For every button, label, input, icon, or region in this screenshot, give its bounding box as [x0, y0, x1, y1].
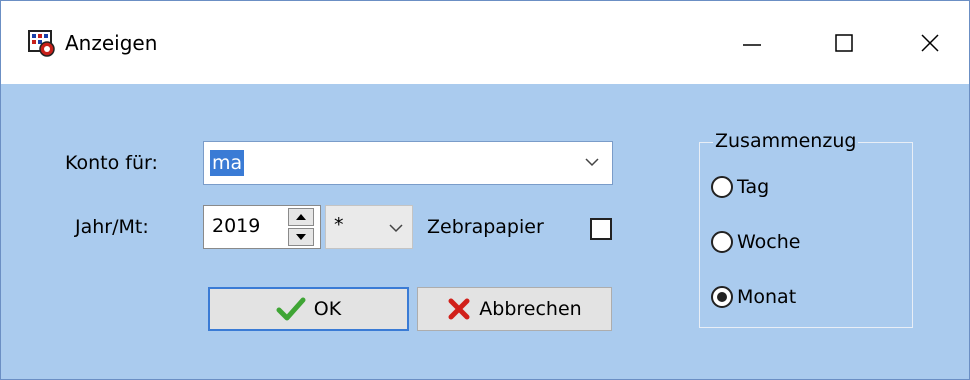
radio-tag[interactable]: Tag: [711, 176, 769, 198]
jahr-value[interactable]: 2019: [212, 215, 260, 237]
zebra-label: Zebrapapier: [427, 216, 544, 238]
title-bar[interactable]: Anzeigen: [1, 1, 969, 84]
cancel-button[interactable]: Abbrechen: [417, 287, 612, 331]
radio-woche[interactable]: Woche: [711, 231, 800, 253]
zebra-checkbox[interactable]: [590, 218, 612, 240]
konto-label: Konto für:: [65, 152, 158, 174]
x-icon: [447, 297, 471, 321]
zusammenzug-legend: Zusammenzug: [713, 130, 859, 152]
jahr-spinner[interactable]: 2019: [203, 205, 321, 249]
window-title: Anzeigen: [65, 31, 158, 55]
maximize-button[interactable]: [798, 1, 890, 84]
chevron-down-icon[interactable]: [584, 156, 600, 168]
close-button[interactable]: [890, 1, 969, 84]
minimize-icon: [743, 43, 761, 46]
konto-combobox[interactable]: ma: [203, 141, 613, 185]
close-icon: [920, 33, 939, 52]
spin-up-button[interactable]: [288, 208, 314, 226]
dialog-body: Konto für: ma Jahr/Mt: 2019 * Zebrapapie…: [1, 84, 969, 379]
radio-button-selected[interactable]: [711, 286, 733, 308]
radio-monat-label: Monat: [737, 286, 797, 308]
monat-select[interactable]: *: [325, 205, 413, 249]
monat-value: *: [334, 214, 344, 236]
app-icon: [27, 29, 57, 59]
ok-button[interactable]: OK: [208, 287, 409, 331]
konto-value[interactable]: ma: [210, 150, 245, 176]
chevron-down-icon[interactable]: [388, 222, 404, 234]
radio-woche-label: Woche: [737, 231, 801, 253]
ok-label: OK: [313, 298, 342, 320]
radio-button[interactable]: [711, 231, 733, 253]
radio-tag-label: Tag: [737, 176, 770, 198]
arrow-down-icon: [296, 234, 306, 240]
radio-monat[interactable]: Monat: [711, 286, 796, 308]
checkmark-icon: [276, 297, 306, 321]
spin-down-button[interactable]: [288, 228, 314, 246]
jahr-label: Jahr/Mt:: [75, 216, 149, 238]
cancel-label: Abbrechen: [479, 298, 582, 320]
arrow-up-icon: [296, 214, 306, 220]
maximize-icon: [835, 33, 853, 52]
radio-button[interactable]: [711, 176, 733, 198]
spin-buttons: [288, 208, 314, 246]
anzeigen-dialog: Anzeigen Konto für: ma Jahr/Mt: 2019 * Z…: [0, 0, 970, 380]
minimize-button[interactable]: [706, 1, 798, 84]
